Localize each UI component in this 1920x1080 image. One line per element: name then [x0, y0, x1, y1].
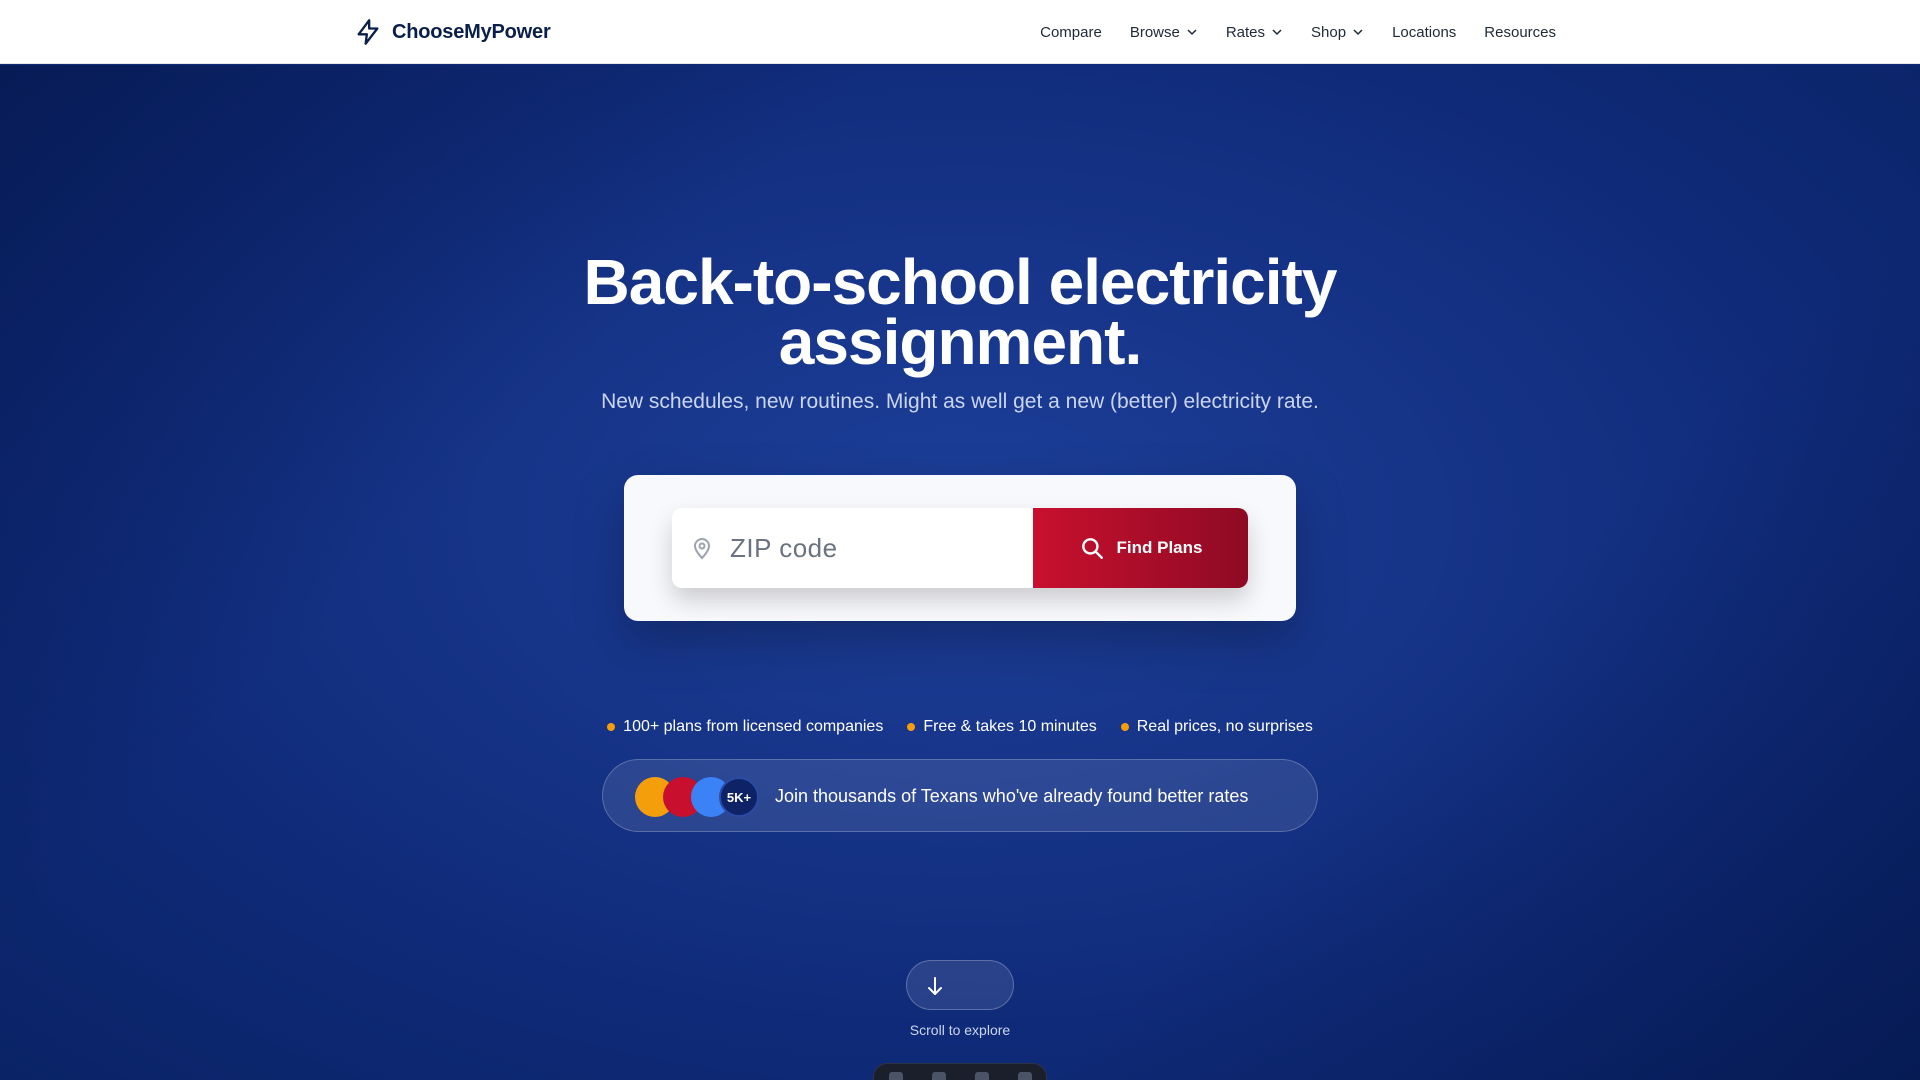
chevron-down-icon: [1272, 29, 1282, 36]
social-proof-banner: 5K+ Join thousands of Texans who've alre…: [602, 759, 1318, 832]
nav-item-label: Resources: [1484, 23, 1556, 41]
site-header: ChooseMyPower Compare Browse Rates Shop …: [0, 0, 1920, 64]
headline-line-1: Back-to-school electricity: [583, 246, 1338, 318]
bullet-dot-icon: [907, 723, 916, 731]
user-count-badge: 5K+: [719, 777, 759, 817]
bullet-dot-icon: [1120, 723, 1129, 731]
nav-item-locations[interactable]: Locations: [1392, 24, 1456, 41]
feature-list: 100+ plans from licensed companies Free …: [0, 718, 1920, 736]
search-card: Find Plans: [624, 475, 1296, 621]
zip-input[interactable]: [730, 532, 990, 564]
toolbar-hand-icon[interactable]: [931, 1072, 946, 1080]
feature-item: Free & takes 10 minutes: [907, 718, 1097, 736]
feature-text: Real prices, no surprises: [1136, 718, 1313, 735]
toolbar-mic-icon[interactable]: [888, 1072, 903, 1080]
scroll-label: Scroll to explore: [909, 1022, 1011, 1038]
nav-item-resources[interactable]: Resources: [1484, 24, 1556, 41]
nav-item-shop[interactable]: Shop: [1311, 24, 1364, 41]
feature-text: 100+ plans from licensed companies: [623, 718, 884, 735]
search-icon: [1081, 538, 1103, 559]
lightning-bolt-icon: [357, 19, 379, 45]
brand-logo-link[interactable]: ChooseMyPower: [354, 16, 551, 48]
brand-name: ChooseMyPower: [392, 20, 551, 43]
bullet-dot-icon: [607, 723, 616, 731]
scroll-down-button[interactable]: [906, 960, 1014, 1010]
nav-item-compare[interactable]: Compare: [1040, 24, 1102, 41]
chevron-down-icon: [1187, 29, 1197, 36]
chevron-down-icon: [1353, 29, 1363, 36]
feature-item: Real prices, no surprises: [1120, 718, 1313, 736]
nav-item-label: Shop: [1311, 23, 1347, 41]
floating-toolbar: [873, 1063, 1047, 1080]
nav-item-label: Locations: [1392, 23, 1457, 41]
hero-headline: Back-to-school electricity assignment.: [0, 246, 1920, 378]
toolbar-settings-icon[interactable]: [1017, 1072, 1032, 1080]
avatar-stack: 5K+: [635, 777, 759, 817]
zip-search-form: Find Plans: [672, 508, 1248, 588]
find-plans-button[interactable]: Find Plans: [1033, 508, 1248, 588]
main-nav: Compare Browse Rates Shop Locations Reso…: [1040, 0, 1556, 64]
social-proof-text: Join thousands of Texans who've already …: [775, 786, 1249, 806]
headline-line-2: assignment.: [778, 306, 1142, 378]
zip-field-wrapper[interactable]: [672, 508, 1033, 588]
nav-item-label: Rates: [1225, 23, 1266, 41]
location-pin-icon: [693, 538, 711, 560]
feature-item: 100+ plans from licensed companies: [607, 718, 883, 736]
find-plans-label: Find Plans: [1116, 538, 1203, 557]
toolbar-menu-icon[interactable]: [974, 1072, 989, 1080]
nav-item-label: Compare: [1040, 23, 1102, 41]
hero-subhead: New schedules, new routines. Might as we…: [601, 390, 1319, 413]
nav-item-rates[interactable]: Rates: [1226, 24, 1283, 41]
arrow-down-icon: [928, 977, 942, 995]
nav-item-browse[interactable]: Browse: [1130, 24, 1198, 41]
nav-item-label: Browse: [1129, 23, 1180, 41]
feature-text: Free & takes 10 minutes: [923, 718, 1097, 735]
